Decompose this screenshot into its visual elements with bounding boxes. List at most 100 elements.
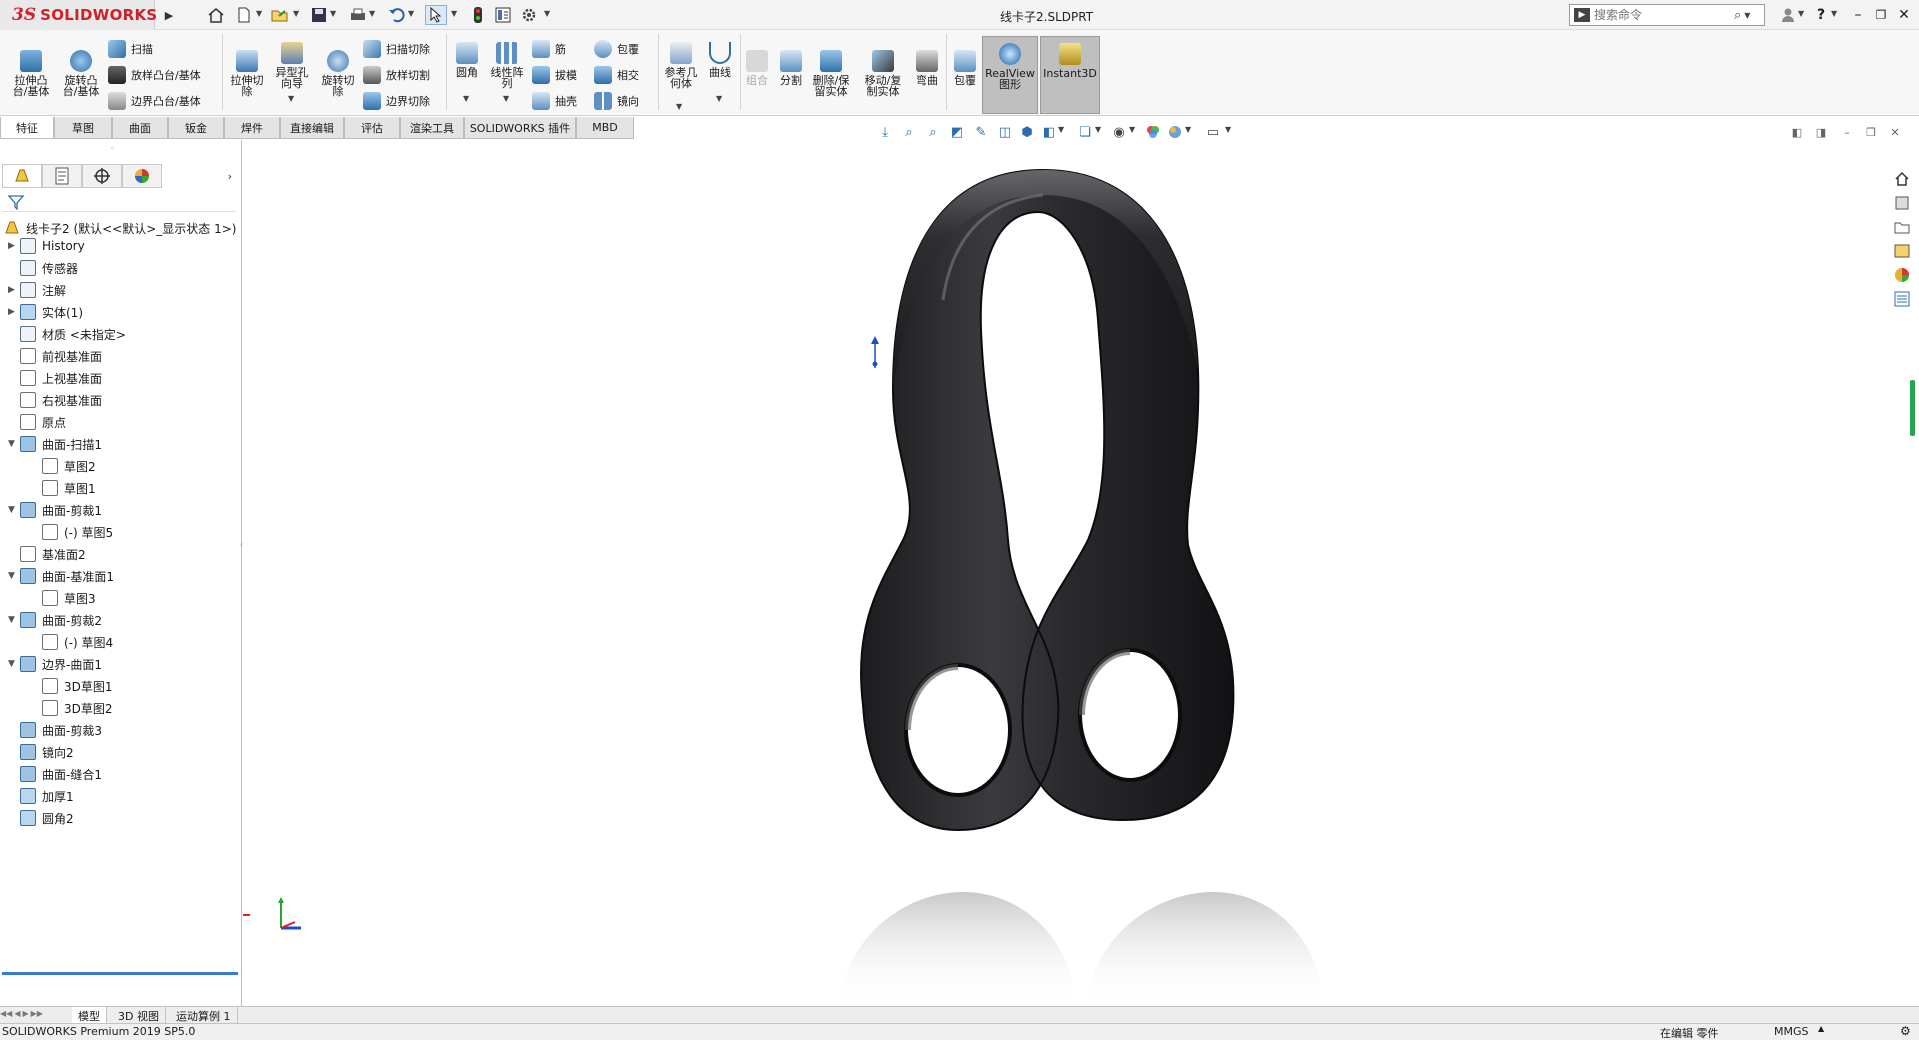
expand-panel-icon[interactable]: › — [162, 164, 238, 188]
collapse-arrow-icon[interactable]: ▼ — [8, 615, 20, 625]
tree-item[interactable]: 草图2 — [30, 455, 96, 477]
tree-item[interactable]: ▶ History — [8, 235, 85, 257]
new-document-icon[interactable] — [233, 5, 255, 25]
scene-caret[interactable]: ▼ — [1129, 125, 1137, 137]
configuration-manager-tab-icon[interactable] — [82, 164, 122, 188]
sweep-cut-button[interactable]: 扫描切除 — [363, 38, 430, 60]
collapse-arrow-icon[interactable]: ▼ — [8, 439, 20, 449]
tree-item[interactable]: 曲面-剪裁3 — [8, 719, 102, 741]
linear-pattern-caret[interactable]: ▼ — [503, 94, 511, 106]
options-icon[interactable] — [518, 5, 540, 25]
open-dropdown-caret[interactable]: ▼ — [293, 9, 301, 21]
hide-show-caret[interactable]: ▼ — [1058, 125, 1066, 137]
reference-geometry-caret[interactable]: ▼ — [676, 102, 684, 114]
prev-tab-icon[interactable]: ◀ — [14, 1009, 20, 1018]
custom-properties-icon[interactable] — [1891, 288, 1913, 310]
curves-caret[interactable]: ▼ — [716, 94, 724, 106]
wrap-body-button[interactable]: 包覆 — [948, 50, 982, 86]
tree-item[interactable]: ▼ 边界-曲面1 — [8, 653, 102, 675]
tab-sheet-metal[interactable]: 钣金 — [168, 117, 224, 139]
home-icon[interactable] — [205, 5, 227, 25]
expand-arrow-icon[interactable]: ▶ — [8, 241, 20, 251]
hole-wizard-button[interactable]: 异型孔 向导 — [269, 42, 315, 89]
tree-item[interactable]: 曲面-缝合1 — [8, 763, 102, 785]
monitor-caret[interactable]: ▼ — [1225, 125, 1233, 137]
unit-system[interactable]: MMGS — [1774, 1025, 1809, 1038]
tree-item[interactable]: 基准面2 — [8, 543, 86, 565]
delete-keep-body-button[interactable]: 删除/保 留实体 — [808, 50, 854, 97]
revolve-cut-button[interactable]: 旋转切 除 — [315, 50, 361, 97]
options-dropdown-caret[interactable]: ▼ — [544, 9, 552, 21]
fillet-caret[interactable]: ▼ — [463, 94, 471, 106]
instant3d-button[interactable]: Instant3D — [1040, 36, 1100, 114]
feature-manager-tab-icon[interactable] — [2, 164, 42, 188]
user-icon[interactable] — [1776, 4, 1800, 26]
display-manager-tab-icon[interactable] — [122, 164, 162, 188]
viewport-close-button[interactable]: ✕ — [1886, 124, 1904, 140]
graphics-area[interactable] — [243, 140, 1891, 1006]
tree-item[interactable]: ▼ 曲面-剪裁1 — [8, 499, 102, 521]
units-dropdown-caret[interactable]: ▲ — [1818, 1024, 1824, 1033]
rebuild-icon[interactable] — [467, 5, 489, 25]
viewport-prev-icon[interactable]: ◧ — [1788, 124, 1806, 140]
realview-caret[interactable]: ▼ — [1185, 125, 1193, 137]
boundary-cut-button[interactable]: 边界切除 — [363, 90, 430, 112]
view-palette-icon[interactable] — [1891, 240, 1913, 262]
tree-item[interactable]: 镜向2 — [8, 741, 74, 763]
tab-motion-study[interactable]: 运动算例 1 — [170, 1007, 238, 1024]
help-icon[interactable]: ? — [1809, 4, 1833, 26]
tree-item[interactable]: 前视基准面 — [8, 345, 102, 367]
tab-solidworks-addins[interactable]: SOLIDWORKS 插件 — [464, 117, 576, 139]
boundary-boss-button[interactable]: 边界凸台/基体 — [108, 90, 201, 112]
panel-splitter-handle[interactable]: ◦ — [110, 144, 115, 153]
viewport-next-icon[interactable]: ◨ — [1812, 124, 1830, 140]
appearances-icon[interactable] — [1891, 264, 1913, 286]
combine-button[interactable]: 组合 — [742, 50, 772, 86]
open-icon[interactable] — [269, 5, 291, 25]
rollback-bar[interactable] — [2, 972, 238, 975]
tab-direct-editing[interactable]: 直接编辑 — [280, 117, 344, 139]
hole-wizard-caret[interactable]: ▼ — [288, 94, 296, 106]
undo-icon[interactable] — [386, 5, 408, 25]
shell-button[interactable]: 抽壳 — [532, 90, 577, 112]
select-dropdown-caret[interactable]: ▼ — [451, 9, 459, 21]
new-dropdown-caret[interactable]: ▼ — [256, 9, 264, 21]
tree-item[interactable]: 右视基准面 — [8, 389, 102, 411]
viewport-restore-button[interactable]: ❐ — [1862, 124, 1880, 140]
tab-weldments[interactable]: 焊件 — [224, 117, 280, 139]
tree-item[interactable]: 加厚1 — [8, 785, 74, 807]
expand-arrow-icon[interactable]: ▶ — [8, 307, 20, 317]
help-dropdown-caret[interactable]: ▼ — [1831, 9, 1839, 21]
tree-item[interactable]: ▼ 曲面-剪裁2 — [8, 609, 102, 631]
viewport-minimize-button[interactable]: – — [1838, 124, 1856, 140]
search-dropdown-caret[interactable]: ▼ — [1744, 11, 1750, 20]
close-button[interactable]: ✕ — [1892, 4, 1916, 26]
sweep-button[interactable]: 扫描 — [108, 38, 153, 60]
first-tab-icon[interactable]: ◀◀ — [0, 1009, 12, 1018]
search-icon[interactable]: ⌕ — [1734, 8, 1741, 23]
tree-item[interactable]: ▶ 注解 — [8, 279, 66, 301]
wrap-button[interactable]: 包覆 — [594, 38, 639, 60]
expand-arrow-icon[interactable]: ▶ — [8, 285, 20, 295]
reference-geometry-button[interactable]: 参考几 何体 — [659, 42, 703, 89]
tree-item[interactable]: 草图3 — [30, 587, 96, 609]
mirror-button[interactable]: 镜向 — [594, 90, 639, 112]
solidworks-resources-icon[interactable] — [1891, 168, 1913, 190]
tree-item[interactable]: ▼ 曲面-扫描1 — [8, 433, 102, 455]
tree-item[interactable]: 材质 <未指定> — [8, 323, 126, 345]
collapse-arrow-icon[interactable]: ▼ — [8, 571, 20, 581]
tree-item[interactable]: 传感器 — [8, 257, 78, 279]
realview-button[interactable]: RealView 图形 — [982, 36, 1038, 114]
collapse-arrow-icon[interactable]: ▼ — [8, 505, 20, 515]
loft-cut-button[interactable]: 放样切割 — [363, 64, 430, 86]
tree-item[interactable]: 3D草图1 — [30, 675, 113, 697]
search-input[interactable] — [1594, 8, 1734, 22]
tab-mbd[interactable]: MBD — [576, 117, 634, 139]
task-pane-scroll-indicator[interactable] — [1910, 380, 1915, 436]
tree-item[interactable]: ▶ 实体(1) — [8, 301, 83, 323]
print-icon[interactable] — [347, 5, 369, 25]
collapse-arrow-icon[interactable]: ▼ — [8, 659, 20, 669]
intersect-button[interactable]: 相交 — [594, 64, 639, 86]
tree-item[interactable]: 原点 — [8, 411, 66, 433]
tree-item[interactable]: 草图1 — [30, 477, 96, 499]
